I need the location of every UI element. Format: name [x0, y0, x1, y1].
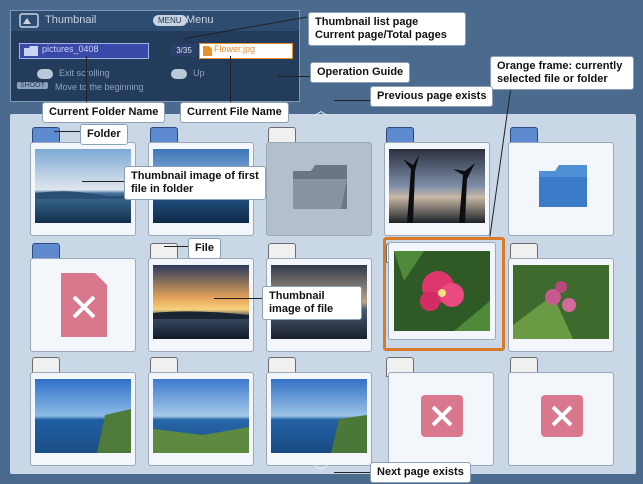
folder-thumbnail-image [35, 149, 131, 223]
broken-file-icon [61, 273, 107, 337]
file-tile-sunset[interactable] [148, 258, 254, 352]
callout-current-folder: Current Folder Name [42, 102, 166, 123]
file-tile-coast-1[interactable] [30, 372, 136, 466]
file-tile-orchid[interactable] [508, 258, 614, 352]
previous-page-chevron-icon[interactable]: ︿ [314, 100, 328, 120]
guide-move-beginning: Move to the beginning [55, 82, 144, 92]
file-icon [203, 46, 212, 56]
broken-file-tile-2[interactable] [508, 372, 614, 466]
current-file-name: Flower.jpg [199, 43, 293, 59]
broken-file-icon [541, 395, 583, 437]
folder-tile-4[interactable] [384, 142, 490, 236]
callout-operation-guide: Operation Guide [310, 62, 411, 83]
callout-next-page: Next page exists [370, 462, 471, 483]
callout-arrow [54, 131, 80, 132]
file-thumbnail-image [153, 265, 249, 339]
callout-arrow [230, 56, 231, 102]
callout-file: File [188, 238, 221, 259]
up-button-icon [171, 69, 187, 79]
broken-file-icon [421, 395, 463, 437]
screen-title: Thumbnail [45, 14, 97, 26]
file-thumbnail-image [271, 379, 367, 453]
callout-arrow [164, 246, 188, 247]
folder-tile-1[interactable] [30, 142, 136, 236]
callout-arrow [82, 181, 124, 182]
callout-arrow [214, 298, 262, 299]
callout-orange-frame: Orange frame: currently selected file or… [490, 56, 634, 90]
callout-thumb-file: Thumbnail image of file [262, 286, 362, 320]
folder-name-text: pictures_0408 [42, 44, 99, 54]
file-thumbnail-image [35, 379, 131, 453]
broken-file-tile-1[interactable] [388, 372, 494, 466]
guide-shoot-key: SHOOT [17, 82, 48, 89]
current-folder-name: pictures_0408 [19, 43, 149, 59]
file-name-text: Flower.jpg [214, 44, 256, 54]
callout-previous-page: Previous page exists [370, 86, 494, 107]
file-tile-coast-2[interactable] [148, 372, 254, 466]
menu-label: Menu [186, 14, 214, 26]
thumbnail-screen: Thumbnail MENU Menu pictures_0408 3/35 F… [0, 0, 643, 484]
empty-folder-icon [293, 165, 347, 209]
page-indicator: 3/35 [171, 44, 197, 57]
empty-folder-tile[interactable] [266, 142, 372, 236]
callout-thumbnail-list: Thumbnail list page Current page/Total p… [308, 12, 466, 46]
callout-current-total-text: Current page/Total pages [315, 29, 447, 41]
scroll-button-icon [37, 69, 53, 79]
folder-thumbnail-image [389, 149, 485, 223]
next-page-chevron-icon[interactable]: ﹀ [314, 462, 328, 482]
guide-up: Up [193, 68, 205, 78]
callout-folder: Folder [80, 124, 128, 145]
file-tile-coast-3[interactable] [266, 372, 372, 466]
file-thumbnail-image [513, 265, 609, 339]
callout-arrow [334, 472, 370, 473]
empty-folder-tile-blue[interactable] [508, 142, 614, 236]
thumbnail-app-icon [19, 13, 39, 28]
callout-arrow [334, 100, 370, 101]
unavailable-folder-tile[interactable] [30, 258, 136, 352]
selection-frame [383, 237, 505, 351]
callout-thumb-first: Thumbnail image of first file in folder [124, 166, 266, 200]
info-panel: Thumbnail MENU Menu pictures_0408 3/35 F… [10, 10, 300, 102]
menu-key-badge[interactable]: MENU [153, 15, 187, 26]
callout-arrow [278, 76, 310, 77]
title-bar: Thumbnail MENU Menu [11, 11, 299, 31]
callout-arrow [86, 56, 87, 102]
callout-current-file: Current File Name [180, 102, 289, 123]
folder-icon [539, 165, 587, 207]
folder-icon [24, 46, 38, 56]
guide-exit-scrolling: Exit scrolling [59, 68, 110, 78]
file-thumbnail-image [153, 379, 249, 453]
callout-thumbnail-list-text: Thumbnail list page [315, 16, 419, 28]
